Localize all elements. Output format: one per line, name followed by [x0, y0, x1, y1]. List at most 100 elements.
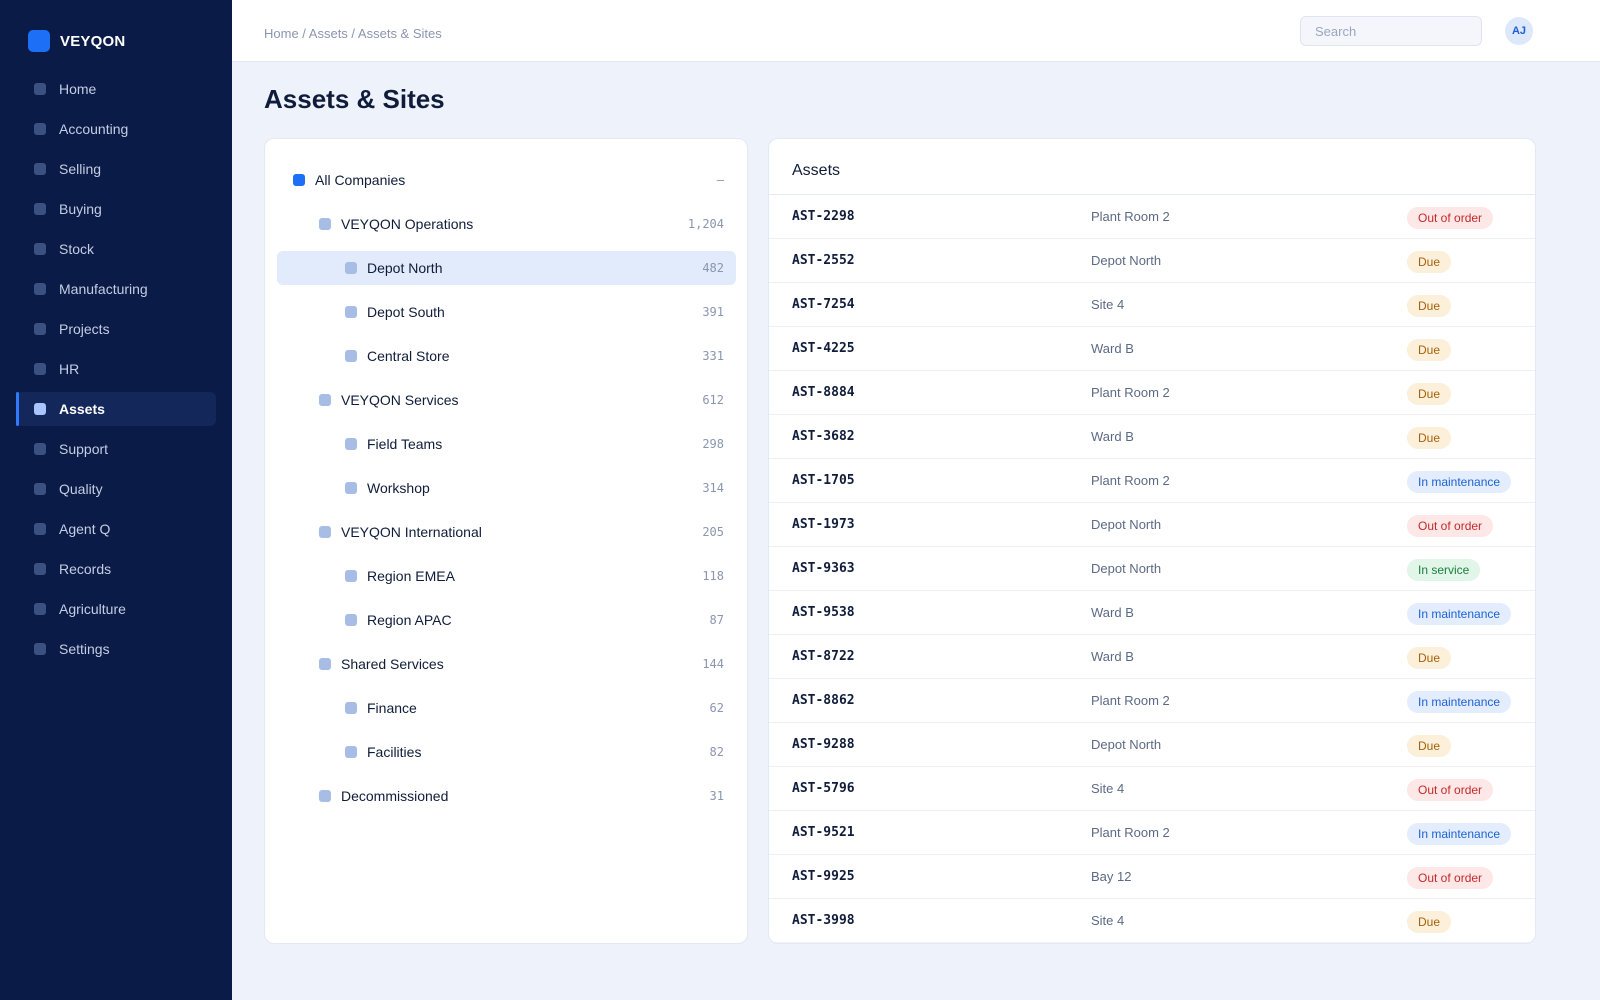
table-row[interactable]: AST-9925 Bay 12 Out of order — [769, 855, 1535, 899]
brand[interactable]: VEYQON — [28, 30, 125, 52]
tree-node-label: VEYQON Services — [341, 392, 459, 408]
sidebar-item-hr[interactable]: HR — [16, 352, 216, 386]
sidebar-item-label: Settings — [59, 641, 110, 657]
table-row[interactable]: AST-9521 Plant Room 2 In maintenance — [769, 811, 1535, 855]
status-badge: Due — [1407, 735, 1452, 757]
site-icon — [345, 570, 357, 582]
sidebar-item-label: Support — [59, 441, 109, 457]
table-row[interactable]: AST-5796 Site 4 Out of order — [769, 767, 1535, 811]
table-row[interactable]: AST-3682 Ward B Due — [769, 415, 1535, 459]
sidebar-item-selling[interactable]: Selling — [16, 152, 216, 186]
tree-node[interactable]: Central Store 331 — [277, 339, 736, 373]
tree-node-count: 391 — [702, 305, 724, 319]
sidebar-item-home[interactable]: Home — [16, 72, 216, 106]
sidebar-item-label: Quality — [59, 481, 103, 497]
sidebar-item-support[interactable]: Support — [16, 432, 216, 466]
tree-node[interactable]: Region EMEA 118 — [277, 559, 736, 593]
tree-node[interactable]: Decommissioned 31 — [277, 779, 736, 813]
site-icon — [345, 438, 357, 450]
table-row[interactable]: AST-7254 Site 4 Due — [769, 283, 1535, 327]
search-input[interactable] — [1300, 16, 1482, 46]
assets-icon — [34, 403, 46, 415]
site-icon — [345, 350, 357, 362]
sidebar-item-label: Agriculture — [59, 601, 126, 617]
sidebar-item-projects[interactable]: Projects — [16, 312, 216, 346]
status-badge: Due — [1407, 911, 1452, 933]
tree-root-all-companies[interactable]: All Companies – — [277, 163, 736, 197]
page-title: Assets & Sites — [264, 84, 445, 114]
table-row[interactable]: AST-2298 Plant Room 2 Out of order — [769, 195, 1535, 239]
sidebar-item-label: Buying — [59, 201, 102, 217]
table-row[interactable]: AST-8722 Ward B Due — [769, 635, 1535, 679]
tree-node-count: 62 — [709, 701, 724, 715]
tree-node-count: 31 — [709, 789, 724, 803]
tree-node[interactable]: Finance 62 — [277, 691, 736, 725]
status-badge: Out of order — [1407, 779, 1494, 801]
table-row[interactable]: AST-3998 Site 4 Due — [769, 899, 1535, 943]
asset-location: Ward B — [1091, 341, 1134, 356]
table-row[interactable]: AST-8862 Plant Room 2 In maintenance — [769, 679, 1535, 723]
sidebar-item-manufacturing[interactable]: Manufacturing — [16, 272, 216, 306]
tree-node[interactable]: VEYQON International 205 — [277, 515, 736, 549]
asset-location: Depot North — [1091, 253, 1162, 268]
tree-node-count: 82 — [709, 745, 724, 759]
status-badge: Due — [1407, 295, 1452, 317]
sidebar-item-agriculture[interactable]: Agriculture — [16, 592, 216, 626]
table-row[interactable]: AST-1973 Depot North Out of order — [769, 503, 1535, 547]
asset-id: AST-5796 — [792, 781, 855, 796]
sidebar-item-buying[interactable]: Buying — [16, 192, 216, 226]
status-badge: Due — [1407, 383, 1452, 405]
status-badge: In service — [1407, 559, 1481, 581]
table-row[interactable]: AST-9538 Ward B In maintenance — [769, 591, 1535, 635]
table-row[interactable]: AST-1705 Plant Room 2 In maintenance — [769, 459, 1535, 503]
sidebar-item-label: Manufacturing — [59, 281, 148, 297]
asset-location: Site 4 — [1091, 913, 1125, 928]
sidebar-item-agent-q[interactable]: Agent Q — [16, 512, 216, 546]
asset-id: AST-7254 — [792, 297, 855, 312]
breadcrumb[interactable]: Home / Assets / Assets & Sites — [264, 26, 442, 41]
tree-node-label: Depot South — [367, 304, 445, 320]
sidebar-item-settings[interactable]: Settings — [16, 632, 216, 666]
tree-node[interactable]: Field Teams 298 — [277, 427, 736, 461]
status-badge: Out of order — [1407, 207, 1494, 229]
sidebar-item-accounting[interactable]: Accounting — [16, 112, 216, 146]
tree-node-label: Region EMEA — [367, 568, 455, 584]
tree-node[interactable]: VEYQON Operations 1,204 — [277, 207, 736, 241]
table-row[interactable]: AST-2552 Depot North Due — [769, 239, 1535, 283]
asset-id: AST-1705 — [792, 473, 855, 488]
asset-location: Ward B — [1091, 605, 1134, 620]
table-row[interactable]: AST-4225 Ward B Due — [769, 327, 1535, 371]
tree-node-count: 87 — [709, 613, 724, 627]
sidebar-item-stock[interactable]: Stock — [16, 232, 216, 266]
sidebar-item-quality[interactable]: Quality — [16, 472, 216, 506]
accounting-icon — [34, 123, 46, 135]
table-row[interactable]: AST-8884 Plant Room 2 Due — [769, 371, 1535, 415]
avatar[interactable]: AJ — [1505, 17, 1533, 45]
tree-node[interactable]: Shared Services 144 — [277, 647, 736, 681]
sidebar: VEYQON Home Accounting Selling Buying Stock M… — [0, 0, 232, 1000]
tree-node[interactable]: Depot South 391 — [277, 295, 736, 329]
table-row[interactable]: AST-9363 Depot North In service — [769, 547, 1535, 591]
asset-id: AST-3998 — [792, 913, 855, 928]
table-row[interactable]: AST-9288 Depot North Due — [769, 723, 1535, 767]
tree-node[interactable]: Facilities 82 — [277, 735, 736, 769]
asset-location: Bay 12 — [1091, 869, 1132, 884]
tree-node[interactable]: VEYQON Services 612 — [277, 383, 736, 417]
status-badge: Due — [1407, 427, 1452, 449]
brand-name: VEYQON — [60, 32, 126, 50]
sidebar-item-assets[interactable]: Assets — [16, 392, 216, 426]
tree-node[interactable]: Workshop 314 — [277, 471, 736, 505]
asset-id: AST-8722 — [792, 649, 855, 664]
status-badge: In maintenance — [1407, 471, 1512, 493]
tree-node[interactable]: Region APAC 87 — [277, 603, 736, 637]
sidebar-item-records[interactable]: Records — [16, 552, 216, 586]
status-badge: In maintenance — [1407, 691, 1512, 713]
asset-id: AST-2552 — [792, 253, 855, 268]
asset-location: Ward B — [1091, 649, 1134, 664]
asset-location: Plant Room 2 — [1091, 693, 1170, 708]
status-badge: Out of order — [1407, 867, 1494, 889]
brand-logo-icon — [28, 30, 50, 52]
tree-node[interactable]: Depot North 482 — [277, 251, 736, 285]
tree-node-count: – — [716, 173, 724, 187]
asset-id: AST-8884 — [792, 385, 855, 400]
